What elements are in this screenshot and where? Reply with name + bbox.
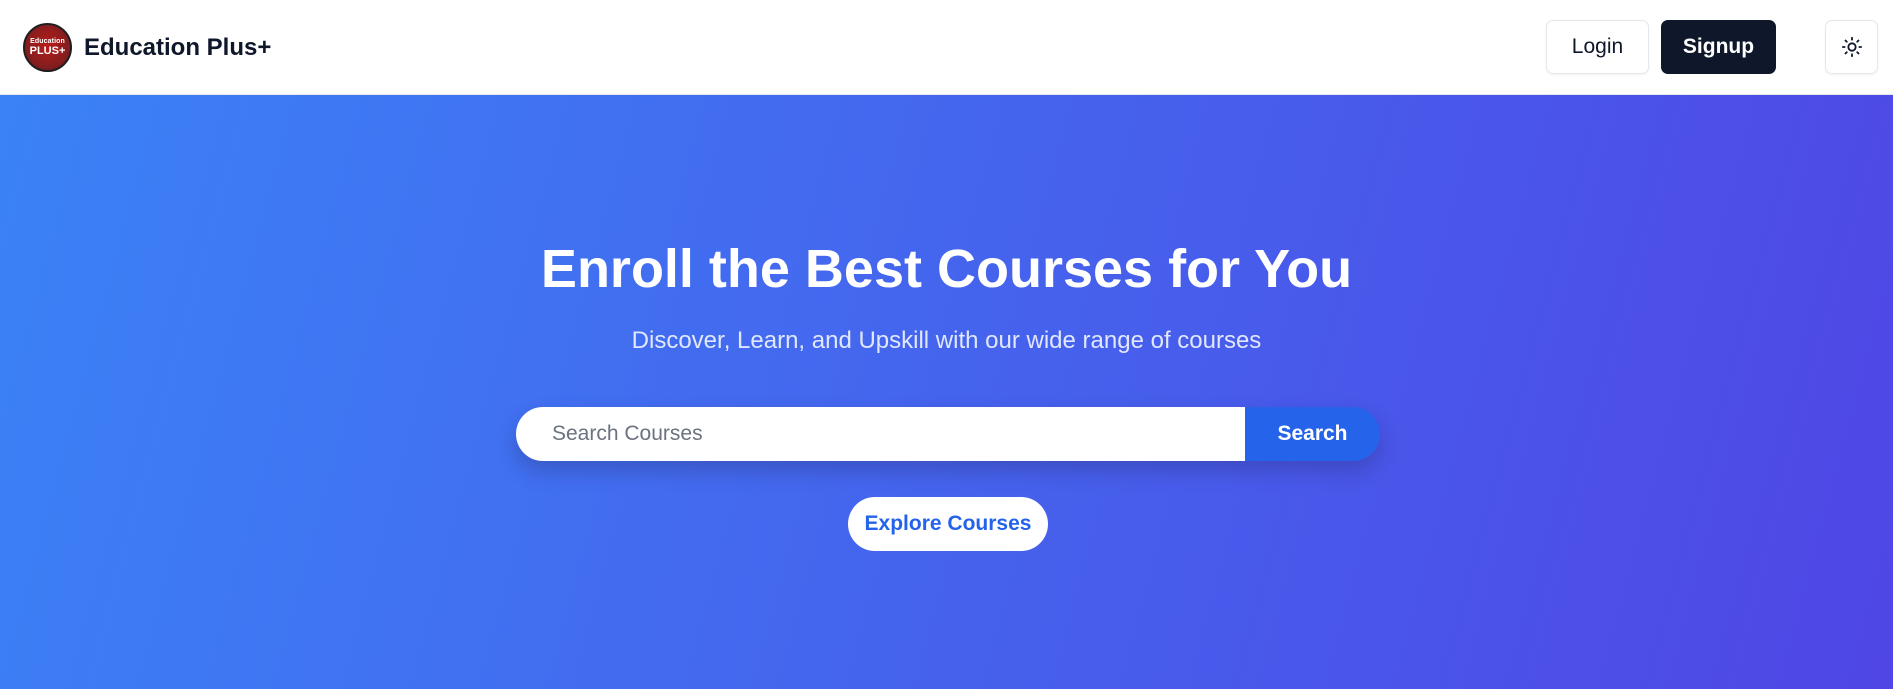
hero-subtitle: Discover, Learn, and Upskill with our wi… — [631, 327, 1262, 354]
course-search-bar: Search — [516, 407, 1380, 461]
login-button[interactable]: Login — [1546, 20, 1649, 74]
logo-text-top: Education — [30, 38, 65, 45]
search-courses-input[interactable] — [516, 407, 1245, 461]
hero-section: Enroll the Best Courses for You Discover… — [0, 95, 1893, 689]
theme-toggle-button[interactable] — [1825, 20, 1878, 74]
education-plus-logo[interactable]: Education PLUS+ — [23, 23, 72, 72]
logo-text-bottom: PLUS+ — [29, 45, 66, 57]
search-button[interactable]: Search — [1245, 407, 1380, 461]
brand-name[interactable]: Education Plus+ — [84, 34, 271, 62]
signup-button[interactable]: Signup — [1661, 20, 1776, 74]
top-navbar: Education PLUS+ Education Plus+ Login Si… — [0, 0, 1893, 95]
explore-courses-button[interactable]: Explore Courses — [848, 497, 1048, 551]
brand[interactable]: Education PLUS+ Education Plus+ — [23, 23, 271, 72]
hero-title: Enroll the Best Courses for You — [540, 239, 1353, 299]
sun-icon — [1841, 36, 1862, 58]
